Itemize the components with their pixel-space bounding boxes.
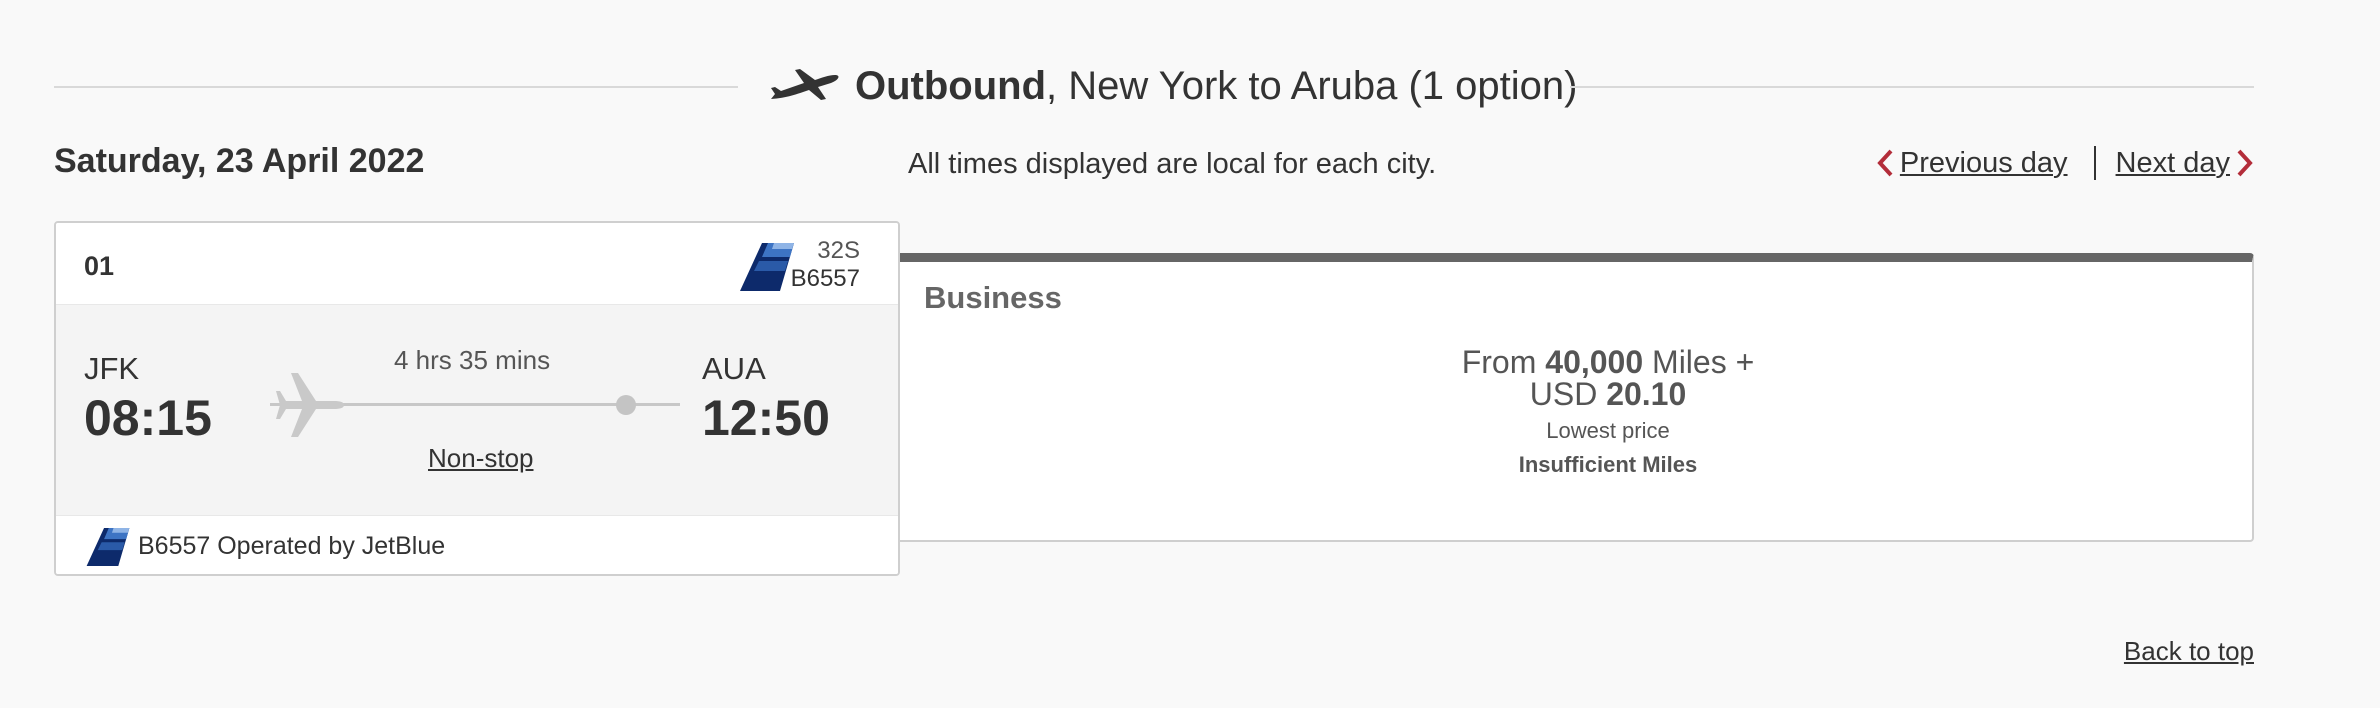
jetblue-tail-icon: [86, 528, 130, 566]
price-currency: USD: [1529, 376, 1598, 412]
arrival-dot: [616, 395, 636, 415]
divider-left: [54, 86, 738, 88]
lowest-price-label: Lowest price: [1546, 418, 1670, 443]
insufficient-miles-label: Insufficient Miles: [1518, 452, 1698, 477]
flight-number: B6557: [790, 265, 860, 292]
departure-time: 08:15: [84, 390, 212, 446]
arrival-time: 12:50: [702, 390, 830, 446]
day-navigation: Previous day Next day: [1876, 146, 2254, 180]
operated-by: B6557 Operated by JetBlue: [138, 532, 446, 560]
direction-label: Outbound: [855, 63, 1047, 108]
outbound-heading: Outbound, New York to Aruba (1 option): [54, 50, 2254, 120]
page: Outbound, New York to Aruba (1 option) S…: [0, 0, 2380, 708]
operator-row: B6557 Operated by JetBlue: [56, 515, 898, 574]
local-time-note: All times displayed are local for each c…: [908, 148, 1437, 180]
nav-separator: [2093, 146, 2096, 180]
back-to-top-link[interactable]: Back to top: [2124, 636, 2254, 667]
option-number: 01: [84, 251, 115, 281]
route-label: , New York to Aruba (1 option): [1046, 63, 1578, 108]
plane-track-icon: [276, 373, 344, 437]
price-amount: 20.10: [1606, 376, 1687, 412]
aircraft-info: 32S B6557: [791, 237, 860, 293]
aircraft-type: 32S: [817, 237, 860, 264]
departure-code: JFK: [84, 351, 140, 386]
cabin-class: Business: [924, 280, 1062, 315]
previous-day-label: Previous day: [1899, 146, 2068, 179]
previous-day-link[interactable]: Previous day: [1876, 147, 2068, 180]
fare-price: From 40,000 Miles + USD 20.10: [892, 346, 2324, 410]
price-miles: 40,000: [1545, 344, 1644, 380]
flight-card-header: 01 32S B6557: [56, 223, 898, 305]
chevron-right-icon: [2237, 149, 2253, 177]
chevron-left-icon: [1877, 149, 1893, 177]
arrival-code: AUA: [702, 351, 766, 386]
business-fare-option[interactable]: Business From 40,000 Miles + USD 20.10 L…: [890, 253, 2254, 542]
flight-duration: 4 hrs 35 mins: [394, 345, 551, 375]
price-miles-label: Miles +: [1652, 344, 1755, 380]
next-day-link[interactable]: Next day: [2116, 147, 2254, 180]
plane-icon: [771, 69, 839, 100]
flight-details: JFK 08:15 4 hrs 35 mins Non-stop AUA 12:…: [56, 305, 898, 515]
jetblue-tail-icon: [740, 243, 794, 291]
price-from: From: [1461, 344, 1537, 380]
heading-title: Outbound, New York to Aruba (1 option): [769, 58, 1577, 114]
non-stop-link[interactable]: Non-stop: [428, 443, 534, 474]
flight-date: Saturday, 23 April 2022: [54, 142, 425, 180]
next-day-label: Next day: [2115, 146, 2230, 179]
divider-right: [1570, 86, 2254, 88]
flight-card[interactable]: 01 32S B6557 JFK 08:15 4 hrs 35 mins Non…: [54, 221, 900, 576]
